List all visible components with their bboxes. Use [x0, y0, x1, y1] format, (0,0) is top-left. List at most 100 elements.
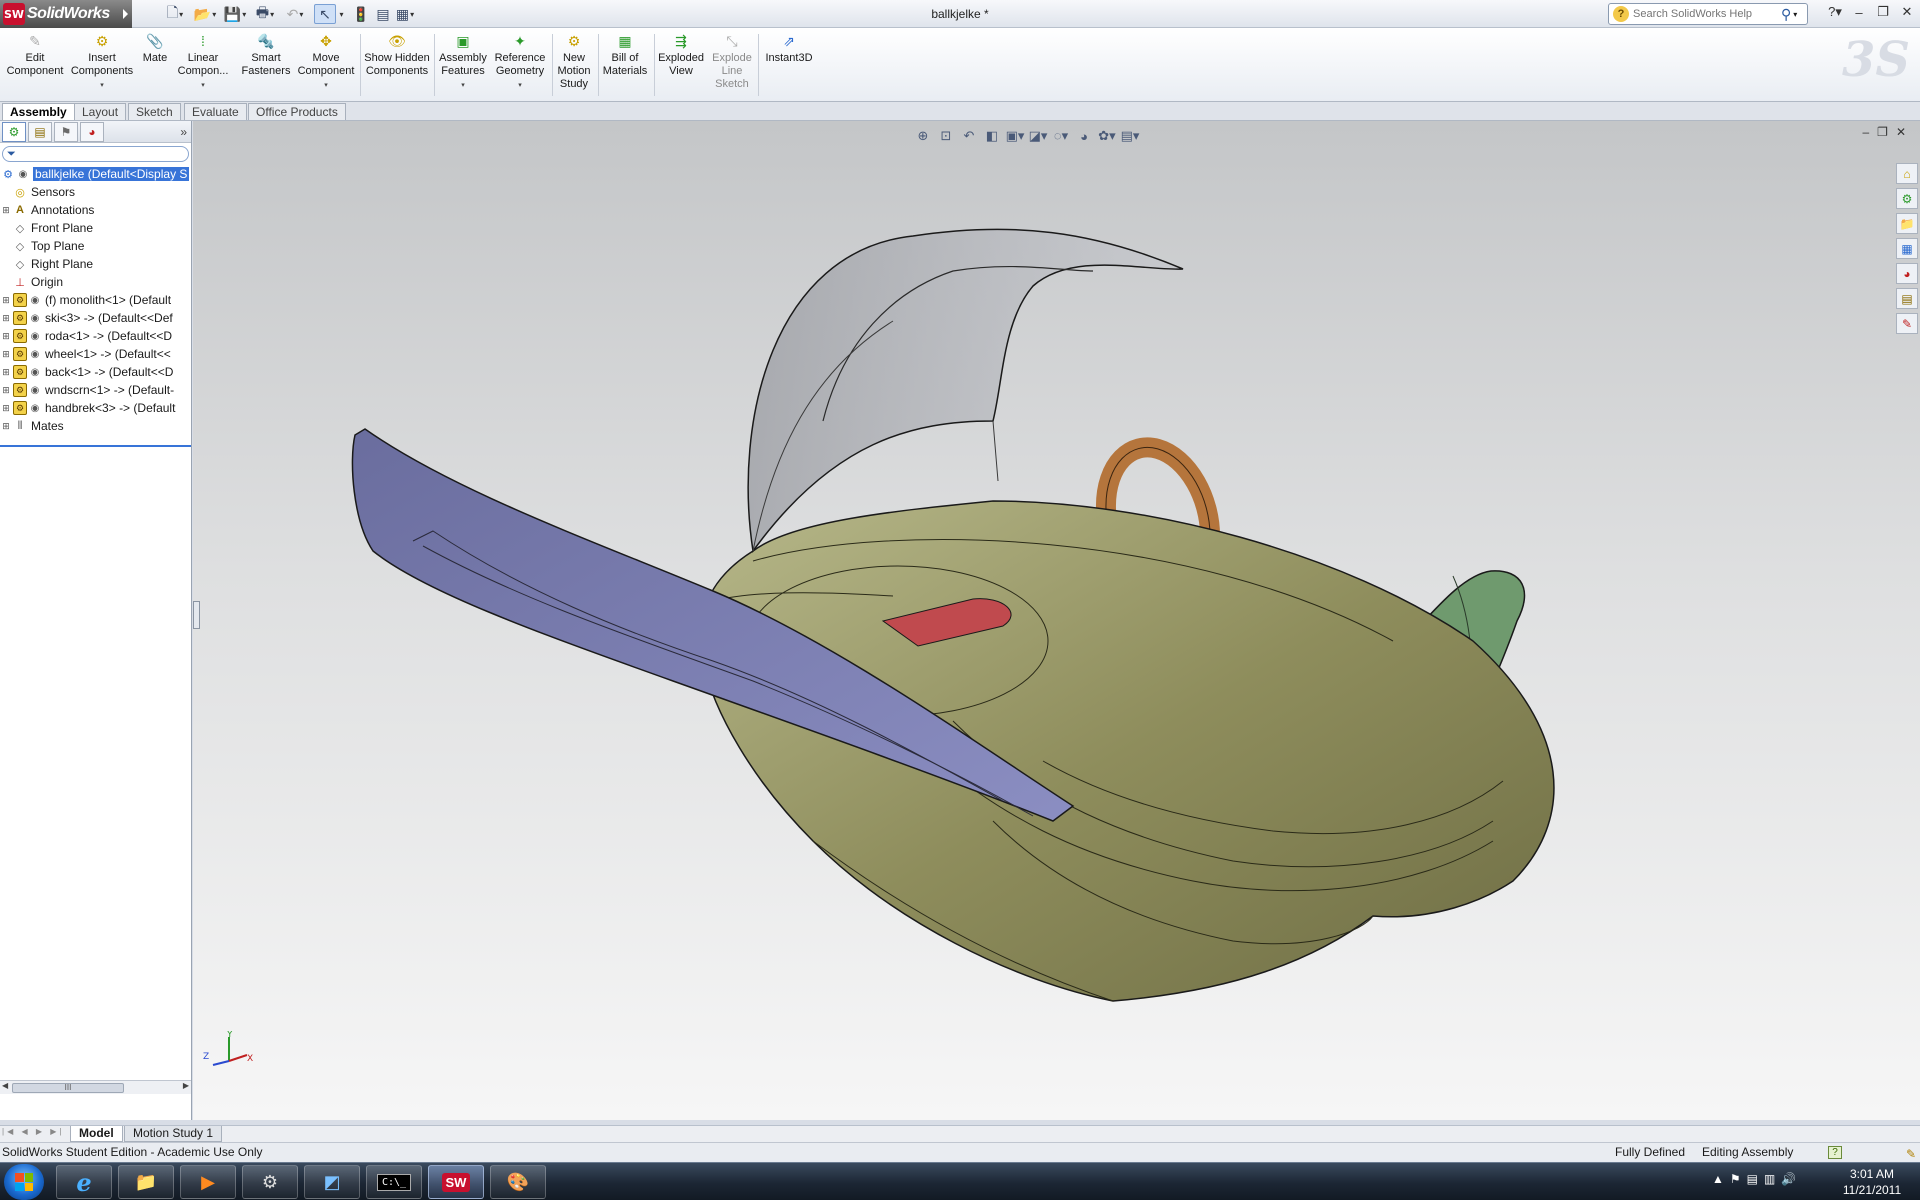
insert-components-button[interactable]: ⚙ Insert Components ▾ [70, 32, 134, 100]
safely-remove-hardware-icon[interactable]: ▤ [1747, 1172, 1758, 1186]
scroll-left-icon[interactable]: ◀ [2, 1081, 8, 1090]
edit-component-button[interactable]: ✎ Edit Component [4, 32, 66, 100]
configuration-manager-tab-icon[interactable]: ⚑ [54, 121, 78, 142]
expand-panel-icon[interactable]: » [180, 125, 187, 139]
windows-logo-icon [15, 1173, 33, 1191]
tree-item-component[interactable]: ⊞ ⚙ ◉ roda<1> -> (Default<<D [0, 327, 191, 345]
tree-root-assembly[interactable]: ⚙ ◉ ballkjelke (Default<Display S [0, 165, 191, 183]
windscreen-part[interactable] [747, 228, 1184, 553]
expand-icon[interactable]: ⊞ [0, 420, 12, 432]
volume-icon[interactable]: 🔊 [1781, 1172, 1796, 1186]
tab-motion-study-1[interactable]: Motion Study 1 [124, 1126, 223, 1142]
tab-sketch[interactable]: Sketch [128, 103, 181, 120]
tree-item-annotations[interactable]: ⊞ A Annotations [0, 201, 191, 219]
tree-item-component[interactable]: ⊞ ⚙ ◉ handbrek<3> -> (Default [0, 399, 191, 417]
network-icon[interactable]: ▥ [1764, 1172, 1775, 1186]
paint-app-taskbar-icon[interactable]: ◩ [304, 1165, 360, 1199]
tree-horizontal-scrollbar[interactable]: ◀ III ▶ [0, 1080, 191, 1094]
show-hidden-icons-icon[interactable]: ▲ [1712, 1172, 1724, 1186]
panel-split-divider[interactable] [0, 445, 191, 447]
tree-item-mates[interactable]: ⊞ ⫴ Mates [0, 417, 191, 435]
steam-taskbar-icon[interactable]: ⚙ [242, 1165, 298, 1199]
triad-z-label: Z [203, 1052, 209, 1062]
tab-office-products[interactable]: Office Products [248, 103, 346, 120]
graphics-area[interactable]: ⊕ ⊡ ↶ ◧ ▣▾ ◪▾ ◌▾ ◕ ✿▾ ▤▾ – ❐ ✕ ⌂ ⚙ 📁 ▦ ◕… [193, 121, 1920, 1120]
expand-icon[interactable]: ⊞ [0, 348, 12, 360]
expand-icon[interactable]: ⊞ [0, 294, 12, 306]
reference-geometry-label: Reference Geometry [494, 52, 546, 77]
show-hidden-components-button[interactable]: 👁 Show Hidden Components [364, 32, 430, 100]
quick-tips-icon[interactable]: ? [1828, 1146, 1842, 1159]
dropdown-arrow-icon[interactable]: ▾ [324, 79, 328, 92]
tab-navigation-arrows-icon[interactable]: |◀ ◀ ▶ ▶| [2, 1127, 64, 1136]
search-icon[interactable]: ⚲ [1781, 6, 1791, 23]
system-clock[interactable]: 3:01 AM 11/21/2011 [1836, 1166, 1908, 1198]
dropdown-arrow-icon[interactable]: ▾ [100, 79, 104, 92]
mate-label: Mate [142, 52, 168, 64]
search-dropdown-icon[interactable]: ▾ [1793, 10, 1797, 19]
tree-item-origin[interactable]: ⊥ Origin [0, 273, 191, 291]
smart-fasteners-button[interactable]: 🔩 Smart Fasteners [238, 32, 294, 100]
help-search-input[interactable] [1633, 8, 1779, 20]
help-search-box[interactable]: ? ⚲ ▾ [1608, 3, 1808, 25]
scroll-thumb[interactable]: III [12, 1083, 124, 1093]
tree-item-sensors[interactable]: ◎ Sensors [0, 183, 191, 201]
tree-item-component[interactable]: ⊞ ⚙ ◉ back<1> -> (Default<<D [0, 363, 191, 381]
exploded-view-button[interactable]: ⇶ Exploded View [656, 32, 706, 100]
bill-of-materials-button[interactable]: ▦ Bill of Materials [600, 32, 650, 100]
explode-line-sketch-button[interactable]: ⤡ Explode Line Sketch [708, 32, 756, 100]
reference-geometry-button[interactable]: ✦ Reference Geometry ▾ [492, 32, 548, 100]
scroll-right-icon[interactable]: ▶ [183, 1081, 189, 1090]
tab-layout[interactable]: Layout [74, 103, 127, 120]
expand-icon[interactable]: ⊞ [0, 366, 12, 378]
expand-icon[interactable]: ⊞ [0, 384, 12, 396]
expand-icon[interactable]: ⊞ [0, 204, 12, 216]
tree-item-right-plane[interactable]: ◇ Right Plane [0, 255, 191, 273]
property-manager-tab-icon[interactable]: ▤ [28, 121, 52, 142]
tree-item-label: Top Plane [31, 239, 85, 253]
dropdown-arrow-icon[interactable]: ▾ [461, 79, 465, 92]
feature-tree-tab-icon[interactable]: ⚙ [2, 121, 26, 142]
tree-item-component[interactable]: ⊞ ⚙ ◉ wndscrn<1> -> (Default- [0, 381, 191, 399]
assembly-features-button[interactable]: ▣ Assembly Features ▾ [438, 32, 488, 100]
minimize-icon[interactable]: – [1850, 5, 1868, 20]
internet-explorer-taskbar-icon[interactable]: e [56, 1165, 112, 1199]
command-prompt-taskbar-icon[interactable]: C:\_ [366, 1165, 422, 1199]
tree-filter-input[interactable]: ⏷ [2, 146, 189, 162]
assembly-model-render[interactable] [193, 121, 1920, 1120]
dropdown-arrow-icon[interactable]: ▾ [201, 79, 205, 92]
expand-icon[interactable]: ⊞ [0, 330, 12, 342]
tree-item-component[interactable]: ⊞ ⚙ ◉ wheel<1> -> (Default<< [0, 345, 191, 363]
new-motion-study-button[interactable]: ⚙ New Motion Study [554, 32, 594, 100]
tree-item-component[interactable]: ⊞ ⚙ ◉ ski<3> -> (Default<<Def [0, 309, 191, 327]
expand-icon[interactable]: ⊞ [0, 312, 12, 324]
file-explorer-taskbar-icon[interactable]: 📁 [118, 1165, 174, 1199]
show-hidden-icon: 👁 [388, 32, 406, 49]
start-button[interactable] [4, 1164, 44, 1200]
tree-item-top-plane[interactable]: ◇ Top Plane [0, 237, 191, 255]
media-player-taskbar-icon[interactable]: ▶ [180, 1165, 236, 1199]
tree-item-front-plane[interactable]: ◇ Front Plane [0, 219, 191, 237]
monolith-body-part[interactable] [699, 500, 1555, 1002]
expand-icon[interactable]: ⊞ [0, 402, 12, 414]
action-center-flag-icon[interactable]: ⚑ [1730, 1172, 1741, 1186]
solidworks-taskbar-icon[interactable]: SW [428, 1165, 484, 1199]
tab-model[interactable]: Model [70, 1126, 123, 1142]
help-menu-icon[interactable]: ?▾ [1826, 4, 1844, 20]
dropdown-arrow-icon[interactable]: ▾ [518, 79, 522, 92]
tab-evaluate[interactable]: Evaluate [184, 103, 247, 120]
linear-component-pattern-button[interactable]: ⁞ Linear Compon... ▾ [174, 32, 232, 100]
tree-item-component[interactable]: ⊞ ⚙ ◉ (f) monolith<1> (Default [0, 291, 191, 309]
restore-icon[interactable]: ❐ [1874, 4, 1892, 20]
mate-button[interactable]: 📎 Mate [138, 32, 172, 100]
paint-palette-taskbar-icon[interactable]: 🎨 [490, 1165, 546, 1199]
display-manager-tab-icon[interactable]: ◕ [80, 121, 104, 142]
instant3d-button[interactable]: ⇗ Instant3D [762, 32, 816, 100]
close-icon[interactable]: ✕ [1898, 4, 1916, 20]
command-manager-tabs: Assembly Layout Sketch Evaluate Office P… [0, 102, 1920, 121]
display-state-icon: ◉ [30, 348, 40, 360]
exploded-view-icon: ⇶ [675, 32, 687, 49]
move-component-button[interactable]: ✥ Move Component ▾ [296, 32, 356, 100]
tab-assembly[interactable]: Assembly [2, 103, 75, 120]
